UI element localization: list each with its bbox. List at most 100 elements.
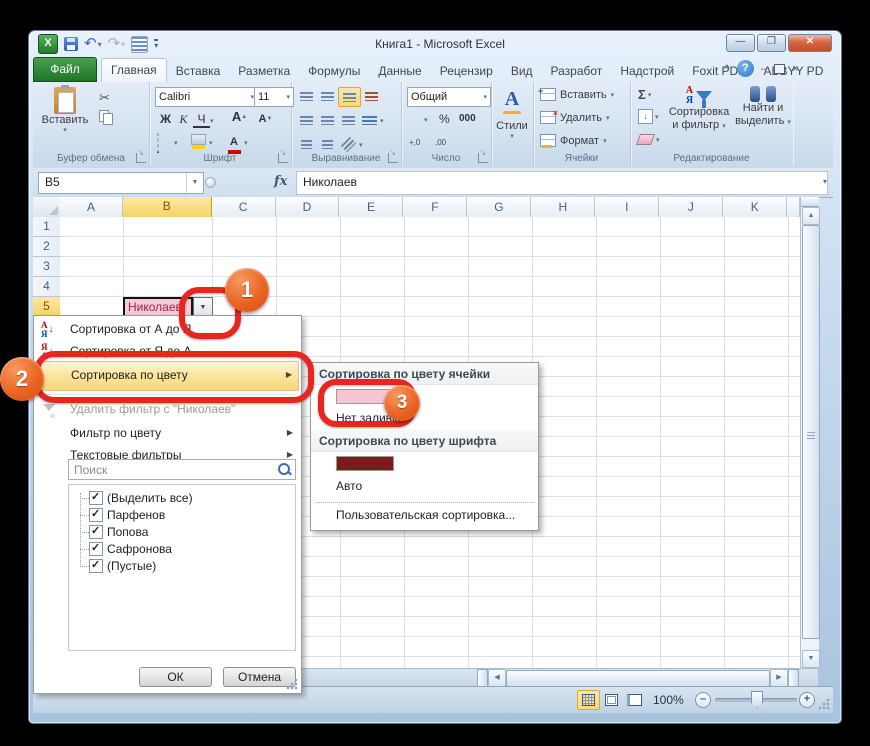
- workbook-close-icon[interactable]: ×: [792, 63, 798, 75]
- list-item[interactable]: Парфенов: [69, 507, 295, 523]
- insert-cells-button[interactable]: + Вставить▾: [540, 88, 614, 101]
- hscroll-split-box[interactable]: [477, 669, 488, 687]
- help-icon[interactable]: [737, 60, 754, 77]
- list-item[interactable]: (Пустые): [69, 558, 295, 574]
- redo-button[interactable]: ↷▾: [108, 37, 126, 51]
- tab-page-layout[interactable]: Разметка: [229, 60, 299, 82]
- dark-red-color-swatch[interactable]: [336, 456, 394, 471]
- page-layout-view-button[interactable]: [600, 690, 623, 710]
- scroll-up-icon[interactable]: ▲: [802, 207, 820, 225]
- chevron-down-icon[interactable]: ▾: [244, 139, 248, 147]
- font-name-combo[interactable]: Calibri▾: [155, 87, 258, 107]
- font-dialog-launcher-icon[interactable]: [278, 153, 288, 163]
- chevron-down-icon[interactable]: ▾: [210, 117, 214, 125]
- auto-option[interactable]: Авто: [336, 476, 362, 496]
- workbook-restore-icon[interactable]: [774, 64, 785, 74]
- grow-font-button[interactable]: А▲: [231, 109, 248, 126]
- delete-cells-button[interactable]: × Удалить▾: [540, 111, 610, 124]
- font-size-combo[interactable]: 11▾: [254, 87, 294, 107]
- ok-button[interactable]: ОК: [139, 667, 212, 687]
- tab-formulas[interactable]: Формулы: [299, 60, 369, 82]
- align-middle-button[interactable]: [317, 87, 338, 105]
- page-break-view-button[interactable]: [623, 690, 646, 710]
- column-header-g[interactable]: G: [467, 197, 531, 218]
- merge-center-button[interactable]: [359, 111, 380, 129]
- row-header-2[interactable]: 2: [33, 237, 60, 257]
- tab-insert[interactable]: Вставка: [167, 60, 230, 82]
- row-header-4[interactable]: 4: [33, 277, 60, 297]
- select-all-corner[interactable]: [33, 197, 61, 218]
- clipboard-dialog-launcher-icon[interactable]: [136, 153, 146, 163]
- alignment-dialog-launcher-icon[interactable]: [388, 153, 398, 163]
- row-header-3[interactable]: 3: [33, 257, 60, 277]
- vscroll-split-box[interactable]: [801, 197, 819, 207]
- insert-function-icon[interactable]: fx: [274, 174, 287, 189]
- align-center-button[interactable]: [317, 111, 338, 129]
- cut-icon[interactable]: ✂: [99, 90, 110, 106]
- format-cells-button[interactable]: Формат▾: [540, 134, 607, 147]
- autosum-button[interactable]: Σ▾: [638, 87, 651, 102]
- tab-file[interactable]: Файл: [33, 57, 97, 82]
- tab-home[interactable]: Главная: [101, 58, 167, 82]
- fill-color-button[interactable]: [191, 134, 206, 149]
- find-select-button[interactable]: Найти и выделить ▾: [734, 86, 792, 129]
- zoom-out-button[interactable]: –: [695, 692, 711, 708]
- scroll-right-icon[interactable]: ▶: [770, 669, 788, 687]
- tab-data[interactable]: Данные: [369, 60, 430, 82]
- chevron-down-icon[interactable]: ▾: [359, 141, 363, 153]
- search-icon[interactable]: [278, 463, 290, 475]
- chevron-down-icon[interactable]: ▾: [424, 116, 428, 124]
- number-dialog-launcher-icon[interactable]: [478, 153, 488, 163]
- hscroll-split-box-right[interactable]: [788, 669, 799, 687]
- list-item[interactable]: Сафронова: [69, 541, 295, 557]
- font-color-button[interactable]: А: [227, 132, 241, 154]
- column-header-b[interactable]: B: [123, 197, 212, 219]
- tab-view[interactable]: Вид: [502, 60, 542, 82]
- minimize-button[interactable]: —: [726, 34, 755, 52]
- chevron-down-icon[interactable]: ▾: [209, 139, 213, 147]
- expand-formula-bar-icon[interactable]: ▾: [823, 177, 827, 186]
- styles-button[interactable]: А Стили ▾: [491, 88, 533, 140]
- restore-button[interactable]: ❐: [757, 34, 786, 52]
- increase-decimal-button[interactable]: +,0: [409, 138, 420, 147]
- orientation-button[interactable]: [338, 135, 359, 153]
- borders-button[interactable]: [157, 134, 159, 152]
- align-top-button[interactable]: [296, 87, 317, 105]
- column-header-f[interactable]: F: [403, 197, 467, 218]
- checkbox-checked-icon[interactable]: [89, 525, 103, 539]
- tab-addins[interactable]: Надстрой: [611, 60, 683, 82]
- column-header-i[interactable]: I: [595, 197, 659, 218]
- checkbox-checked-icon[interactable]: [89, 491, 103, 505]
- number-format-combo[interactable]: Общий▾: [407, 87, 491, 107]
- checkbox-checked-icon[interactable]: [89, 508, 103, 522]
- collapse-ribbon-icon[interactable]: ^: [724, 64, 730, 73]
- tab-developer[interactable]: Разработ: [542, 60, 612, 82]
- name-box[interactable]: B5 ▼: [38, 172, 204, 194]
- decrease-decimal-button[interactable]: ,00: [435, 138, 446, 147]
- menu-item-sort-az[interactable]: АЯ↓ Сортировка от А до Я: [34, 318, 301, 340]
- align-bottom-button[interactable]: [338, 87, 361, 107]
- shrink-font-button[interactable]: А▼: [257, 111, 274, 128]
- decrease-indent-button[interactable]: [296, 135, 317, 153]
- chevron-down-icon[interactable]: ▾: [380, 117, 384, 129]
- menu-item-filter-by-color[interactable]: Фильтр по цвету ▶: [34, 422, 301, 444]
- chevron-down-icon[interactable]: ▾: [174, 139, 178, 147]
- search-input[interactable]: [68, 459, 296, 480]
- align-left-button[interactable]: [296, 111, 317, 129]
- zoom-in-button[interactable]: +: [799, 692, 815, 708]
- row-header-1[interactable]: 1: [33, 217, 60, 237]
- fill-button[interactable]: ↓▾: [638, 109, 659, 124]
- column-header-h[interactable]: H: [531, 197, 595, 218]
- zoom-slider-thumb[interactable]: [751, 691, 763, 708]
- sort-filter-button[interactable]: АЯ Сортировка и фильтр ▾: [666, 86, 732, 133]
- column-header-a[interactable]: A: [60, 197, 123, 218]
- normal-view-button[interactable]: [577, 690, 600, 710]
- vertical-scrollbar[interactable]: ▲ ▼: [800, 197, 819, 668]
- align-right-button[interactable]: [338, 111, 359, 129]
- percent-button[interactable]: %: [439, 112, 450, 126]
- resize-grip[interactable]: [818, 698, 830, 710]
- custom-sort-option[interactable]: Пользовательская сортировка...: [336, 505, 515, 525]
- underline-button[interactable]: Ч: [193, 111, 210, 128]
- tab-review[interactable]: Рецензир: [431, 60, 502, 82]
- vscroll-thumb[interactable]: [802, 225, 820, 639]
